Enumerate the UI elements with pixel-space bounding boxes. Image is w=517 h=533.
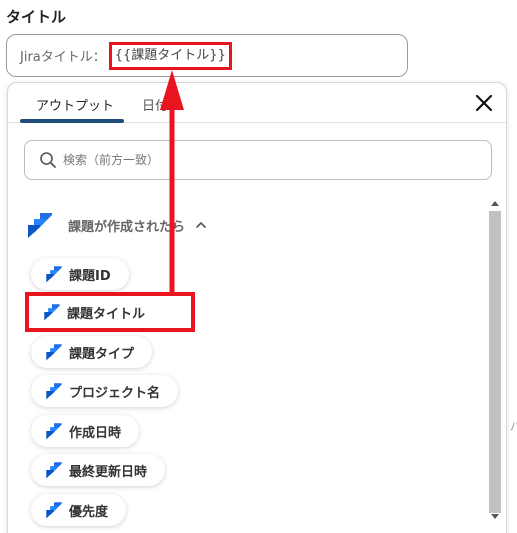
- search-icon: [40, 152, 56, 168]
- item-label: 最終更新日時: [69, 464, 148, 480]
- close-icon: [475, 94, 493, 112]
- item-label: プロジェクト名: [69, 385, 161, 401]
- tab-bar: アウトプット 日付: [8, 83, 506, 123]
- output-panel: アウトプット 日付 課題が作成されたら: [7, 82, 507, 533]
- field-label: タイトル: [6, 8, 67, 26]
- scrollbar-thumb[interactable]: [489, 211, 501, 513]
- item-chip-issue-type[interactable]: 課題タイプ: [31, 336, 153, 368]
- jira-icon: [46, 266, 62, 283]
- section-title: 課題が作成されたら: [68, 219, 186, 235]
- item-label: 作成日時: [69, 425, 122, 441]
- close-button[interactable]: [472, 91, 496, 115]
- scroll-down-arrow[interactable]: [491, 514, 499, 519]
- screen: タイトル Jiraタイトル： {{課題タイトル}} アウトプット 日付 検索（前…: [0, 0, 517, 533]
- jira-icon: [46, 502, 62, 519]
- jira-icon: [46, 344, 62, 361]
- title-input[interactable]: Jiraタイトル： {{課題タイトル}}: [6, 34, 408, 77]
- jira-icon: [46, 462, 62, 479]
- item-chip-issue-id[interactable]: 課題ID: [31, 258, 129, 290]
- item-chip-created-at[interactable]: 作成日時: [31, 415, 140, 447]
- tab-output[interactable]: アウトプット: [36, 95, 114, 114]
- item-label: 課題ID: [69, 268, 111, 284]
- scroll-up-arrow[interactable]: [491, 201, 499, 206]
- chevron-up-icon[interactable]: [195, 220, 207, 230]
- jira-icon: [28, 213, 52, 238]
- jira-icon: [46, 423, 62, 440]
- item-label: 課題タイトル: [67, 306, 146, 322]
- item-chip-priority[interactable]: 優先度: [31, 494, 127, 526]
- title-prefix: Jiraタイトル：: [20, 50, 106, 65]
- jira-icon: [44, 304, 60, 321]
- item-chip-updated-at[interactable]: 最終更新日時: [31, 454, 166, 486]
- search-input[interactable]: [63, 153, 463, 167]
- edge-text: パ: [510, 420, 517, 433]
- jira-icon: [46, 383, 62, 400]
- section-header[interactable]: 課題が作成されたら: [26, 211, 207, 239]
- item-label: 課題タイプ: [69, 346, 135, 362]
- tab-active-indicator: [20, 119, 124, 123]
- title-variable[interactable]: {{課題タイトル}}: [108, 41, 232, 70]
- item-chip-project-name[interactable]: プロジェクト名: [31, 375, 179, 407]
- tab-date[interactable]: 日付: [142, 95, 168, 114]
- item-label: 優先度: [69, 504, 109, 520]
- item-chip-issue-title[interactable]: 課題タイトル: [25, 292, 195, 332]
- search-box[interactable]: [24, 140, 492, 180]
